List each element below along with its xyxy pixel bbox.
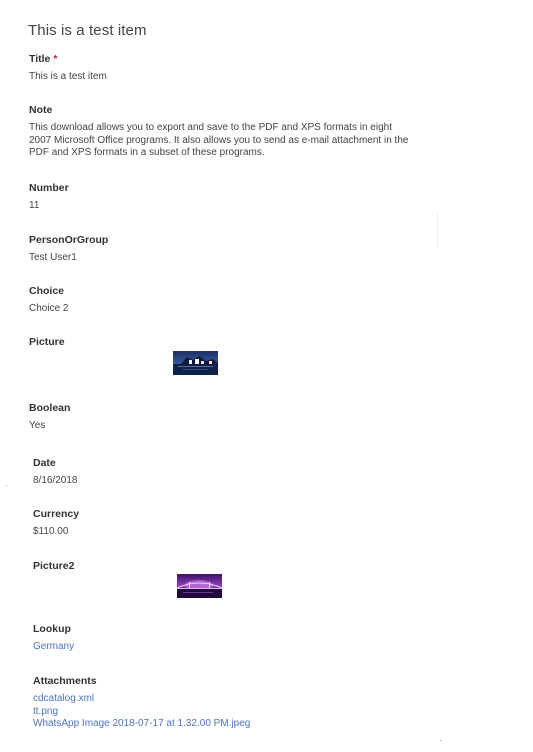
item-display-form: This is a test item Title * This is a te… [0,0,533,752]
field-person-value: Test User1 [29,252,77,263]
field-lookup: Lookup Germany [33,623,74,654]
field-boolean: Boolean Yes [29,402,70,433]
field-note: Note This download allows you to export … [29,104,409,160]
divider [437,212,438,248]
field-number: Number 11 [29,182,69,213]
field-currency-value: $110.00 [33,526,69,537]
field-currency-label: Currency [33,508,80,520]
field-picture-label: Picture [29,336,65,348]
artifact-dot [440,740,441,741]
field-date-value: 8/16/2018 [33,475,78,486]
field-choice: Choice Choice 2 [29,285,68,316]
attachment-link[interactable]: cdcatalog.xml [33,693,250,706]
field-boolean-value: Yes [29,420,46,431]
field-title-label: Title [29,53,51,65]
field-date: Date 8/16/2018 [33,457,78,488]
field-person-or-group: PersonOrGroup Test User1 [29,234,108,265]
night-harbor-picture[interactable] [173,351,218,375]
required-marker: * [53,53,58,65]
field-number-value: 11 [29,200,40,211]
purple-bridge-picture[interactable] [177,574,222,598]
field-currency: Currency $110.00 [33,508,79,539]
page-title: This is a test item [28,22,147,39]
field-attachments-label: Attachments [33,675,97,687]
night-harbor-image [173,351,218,375]
field-person-label: PersonOrGroup [29,234,109,246]
purple-bridge-image [177,574,222,598]
lookup-link-germany[interactable]: Germany [33,641,74,654]
field-lookup-label: Lookup [33,623,71,635]
field-attachments: Attachments cdcatalog.xml tt.png WhatsAp… [33,675,250,731]
field-boolean-label: Boolean [29,402,71,414]
field-picture2-label: Picture2 [33,560,75,572]
field-picture2: Picture2 [33,560,74,578]
attachment-link[interactable]: tt.png [33,706,250,719]
field-title: Title * This is a test item [29,53,107,84]
artifact-dot [6,485,7,486]
field-choice-label: Choice [29,285,65,297]
field-date-label: Date [33,457,56,469]
field-choice-value: Choice 2 [29,303,69,314]
attachment-link[interactable]: WhatsApp Image 2018-07-17 at 1.32.00 PM.… [33,718,250,731]
field-number-label: Number [29,182,69,194]
field-note-value: This download allows you to export and s… [29,122,409,158]
field-title-value: This is a test item [29,71,107,82]
field-picture: Picture [29,336,65,354]
field-note-label: Note [29,104,53,116]
